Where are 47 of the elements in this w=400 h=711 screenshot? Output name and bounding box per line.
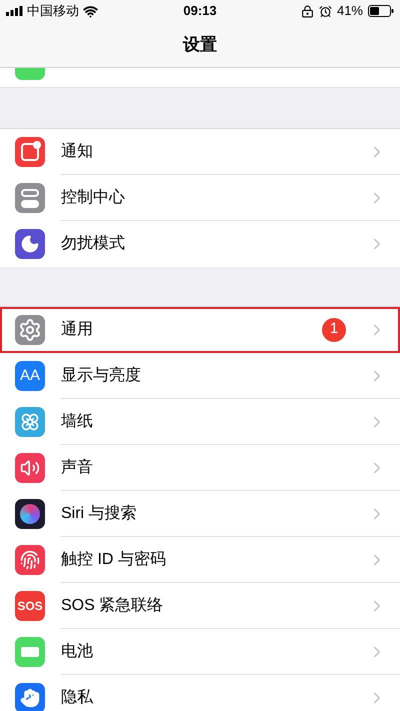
signal-icon xyxy=(6,6,23,16)
settings-row[interactable]: 通知 xyxy=(0,129,400,175)
settings-row[interactable]: 通用 1 xyxy=(0,307,400,353)
row-label: SOS 紧急联络 xyxy=(61,596,164,616)
settings-row[interactable]: 触控 ID 与密码 xyxy=(0,537,400,583)
moon-icon xyxy=(15,229,45,259)
settings-row[interactable]: 墙纸 xyxy=(0,399,400,445)
phone-icon xyxy=(15,68,45,80)
row-label: 通知 xyxy=(61,142,94,162)
row-label: 勿扰模式 xyxy=(61,234,126,254)
wifi-icon xyxy=(83,4,98,18)
alarm-icon xyxy=(318,4,332,18)
page-title: 设置 xyxy=(183,34,217,56)
settings-row[interactable]: SOS SOS 紧急联络 xyxy=(0,583,400,629)
gear-icon xyxy=(15,315,45,345)
carrier-name: 中国移动 xyxy=(27,2,79,20)
row-label: 隐私 xyxy=(61,688,94,708)
settings-row[interactable]: AA 显示与亮度 xyxy=(0,353,400,399)
settings-row[interactable]: 控制中心 xyxy=(0,175,400,221)
settings-row[interactable]: 声音 xyxy=(0,445,400,491)
lock-icon xyxy=(300,4,314,18)
row-label: 电池 xyxy=(61,642,94,662)
row-label: 触控 ID 与密码 xyxy=(61,550,167,570)
battery-percent: 41% xyxy=(336,2,363,20)
siri-icon xyxy=(15,499,45,529)
row-label: Siri 与搜索 xyxy=(61,504,138,524)
status-time: 09:13 xyxy=(183,2,217,20)
text-size-icon: AA xyxy=(15,361,45,391)
sos-icon: SOS xyxy=(15,591,45,621)
battery-icon xyxy=(15,637,45,667)
row-label: 声音 xyxy=(61,458,94,478)
row-label: 墙纸 xyxy=(61,412,94,432)
settings-row[interactable]: 勿扰模式 xyxy=(0,221,400,267)
row-label: 显示与亮度 xyxy=(61,366,142,386)
speaker-icon xyxy=(15,453,45,483)
settings-row[interactable]: 电池 xyxy=(0,629,400,675)
settings-row[interactable]: 隐私 xyxy=(0,675,400,711)
battery-icon xyxy=(368,5,394,17)
notification-badge: 1 xyxy=(322,318,346,342)
settings-row[interactable]: Siri 与搜索 xyxy=(0,491,400,537)
row-label: 控制中心 xyxy=(61,188,126,208)
row-label: 通用 xyxy=(61,320,94,340)
toggle-icon xyxy=(15,183,45,213)
flower-icon xyxy=(15,407,45,437)
fingerprint-icon xyxy=(15,545,45,575)
notification-icon xyxy=(15,137,45,167)
hand-icon xyxy=(15,683,45,711)
